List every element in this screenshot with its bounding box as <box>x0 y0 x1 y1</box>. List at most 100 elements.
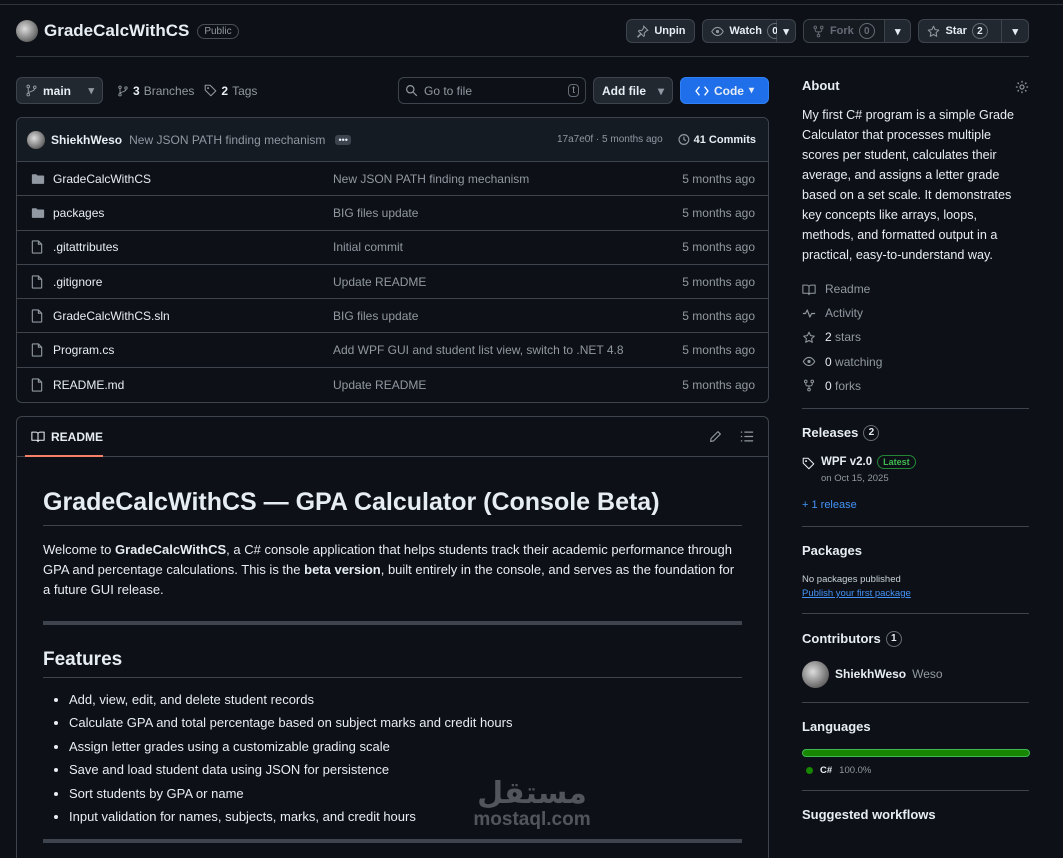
contributor-item[interactable]: ShiekhWeso Weso <box>802 660 1029 688</box>
repo-name[interactable]: GradeCalcWithCS <box>44 21 189 41</box>
watching-link[interactable]: 0 watching <box>802 350 1029 374</box>
branches-link[interactable]: 3 Branches <box>117 84 194 98</box>
file-row[interactable]: .gitignore Update README 5 months ago <box>17 265 768 300</box>
sidebar-divider <box>802 612 1029 614</box>
file-icon <box>31 240 45 254</box>
code-icon <box>695 85 709 97</box>
search-icon <box>405 84 418 97</box>
watch-button[interactable]: Watch 0 <box>702 19 783 43</box>
file-name[interactable]: packages <box>53 206 333 220</box>
star-dropdown[interactable]: ▾ <box>1002 19 1029 43</box>
file-name[interactable]: GradeCalcWithCS <box>53 172 333 186</box>
packages-title[interactable]: Packages <box>802 543 1029 558</box>
latest-release[interactable]: WPF v2.0 Latest on Oct 15, 2025 <box>802 454 1029 484</box>
stars-count: 2 <box>825 330 832 345</box>
readme-link[interactable]: Readme <box>802 277 1029 301</box>
language-item[interactable]: C# 100.0% <box>802 765 1029 776</box>
feature-item: Input validation for names, subjects, ma… <box>69 805 742 828</box>
folder-icon <box>31 207 45 219</box>
stars-link[interactable]: 2 stars <box>802 325 1029 349</box>
file-row[interactable]: GradeCalcWithCS.sln BIG files update 5 mon… <box>17 299 768 334</box>
forks-link[interactable]: 0 forks <box>802 374 1029 398</box>
file-commit-time: 5 months ago <box>682 377 755 392</box>
file-commit-time: 5 months ago <box>682 205 755 220</box>
add-file-button[interactable]: Add file ▾ <box>593 77 673 104</box>
file-commit-message[interactable]: New JSON PATH finding mechanism <box>333 172 682 186</box>
add-file-label: Add file <box>602 83 646 98</box>
stars-label: stars <box>835 330 862 345</box>
file-icon <box>31 309 45 323</box>
file-name[interactable]: GradeCalcWithCS.sln <box>53 309 333 323</box>
forks-label: forks <box>835 378 862 393</box>
language-name: C# <box>820 764 833 776</box>
branch-selector[interactable]: main ▾ <box>16 77 103 104</box>
contributors-title: Contributors <box>802 631 881 647</box>
file-commit-message[interactable]: Update README <box>333 378 682 392</box>
file-commit-message[interactable]: Update README <box>333 275 682 289</box>
file-name[interactable]: .gitignore <box>53 275 333 289</box>
file-row[interactable]: .gitattributes Initial commit 5 months ago <box>17 231 768 265</box>
file-row[interactable]: GradeCalcWithCS New JSON PATH finding mec… <box>17 162 768 197</box>
search-placeholder: Go to file <box>424 83 473 98</box>
commits-link[interactable]: 41 Commits <box>677 133 756 146</box>
watch-dropdown[interactable]: ▾ <box>777 19 796 43</box>
caret-down-icon: ▾ <box>783 25 789 38</box>
file-commit-message[interactable]: BIG files update <box>333 206 682 220</box>
code-button[interactable]: Code ▾ <box>680 77 769 104</box>
contributors-heading[interactable]: Contributors 1 <box>802 630 1029 647</box>
releases-heading[interactable]: Releases 2 <box>802 424 1029 441</box>
file-commit-time: 5 months ago <box>682 274 755 289</box>
file-row[interactable]: packages BIG files update 5 months ago <box>17 196 768 231</box>
language-color-dot <box>806 766 813 774</box>
pencil-icon[interactable] <box>709 430 722 443</box>
latest-commit-bar: ShiekhWeso New JSON PATH finding mechani… <box>17 118 768 162</box>
commit-hash-time[interactable]: 17a7e0f · 5 months ago <box>557 134 663 145</box>
go-to-file-input[interactable]: Go to file t <box>398 77 586 104</box>
branches-label: Branches <box>143 83 195 98</box>
outline-icon[interactable] <box>740 430 754 443</box>
sidebar-divider <box>802 407 1029 409</box>
book-icon <box>802 283 816 296</box>
repo-actions: Unpin Watch 0 ▾ Fork 0 ▾ Star 2 ▾ <box>626 19 1029 43</box>
more-releases-link[interactable]: + 1 release <box>802 499 1029 511</box>
star-button[interactable]: Star 2 <box>918 19 1003 43</box>
fork-count: 0 <box>858 23 875 39</box>
gear-icon[interactable] <box>1015 80 1029 94</box>
caret-down-icon: ▾ <box>88 85 94 97</box>
fork-dropdown[interactable]: ▾ <box>884 19 912 43</box>
watch-split: Watch 0 ▾ <box>702 19 796 43</box>
commit-author[interactable]: ShiekhWeso <box>51 133 122 147</box>
releases-title: Releases <box>802 425 859 441</box>
releases-count: 2 <box>863 424 880 441</box>
unpin-button[interactable]: Unpin <box>626 19 696 43</box>
file-commit-message[interactable]: Add WPF GUI and student list view, switc… <box>333 343 682 357</box>
about-links: Readme Activity 2 stars 0 watching 0 for… <box>802 277 1029 398</box>
file-row[interactable]: README.md Update README 5 months ago <box>17 368 768 402</box>
file-commit-time: 5 months ago <box>682 308 755 323</box>
readme-tab-underline <box>25 455 103 457</box>
language-bar <box>802 748 1030 757</box>
file-row[interactable]: Program.cs Add WPF GUI and student list v… <box>17 333 768 368</box>
tags-link[interactable]: 2 Tags <box>204 84 257 98</box>
publish-package-link[interactable]: Publish your first package <box>802 588 1029 599</box>
repo-header: GradeCalcWithCS Public Unpin Watch 0 ▾ F… <box>16 17 1029 45</box>
tags-count: 2 <box>221 83 229 98</box>
readme-tab[interactable]: README <box>31 430 103 444</box>
activity-link[interactable]: Activity <box>802 301 1029 325</box>
owner-avatar[interactable] <box>16 20 38 42</box>
watching-label: watching <box>835 354 883 369</box>
intro-text: Welcome to <box>43 542 116 557</box>
avatar[interactable] <box>802 660 829 688</box>
fork-icon <box>802 379 816 392</box>
commit-expand-button[interactable]: ••• <box>335 134 351 145</box>
file-name[interactable]: Program.cs <box>53 343 333 357</box>
file-name[interactable]: README.md <box>53 378 333 392</box>
fork-button[interactable]: Fork 0 <box>802 19 885 43</box>
caret-down-icon: ▾ <box>894 25 901 38</box>
file-commit-message[interactable]: Initial commit <box>333 240 682 254</box>
file-commit-message[interactable]: BIG files update <box>333 309 682 323</box>
file-icon <box>31 378 45 392</box>
file-name[interactable]: .gitattributes <box>53 240 333 254</box>
commit-author-avatar[interactable] <box>27 130 45 149</box>
commit-message[interactable]: New JSON PATH finding mechanism <box>129 133 325 147</box>
